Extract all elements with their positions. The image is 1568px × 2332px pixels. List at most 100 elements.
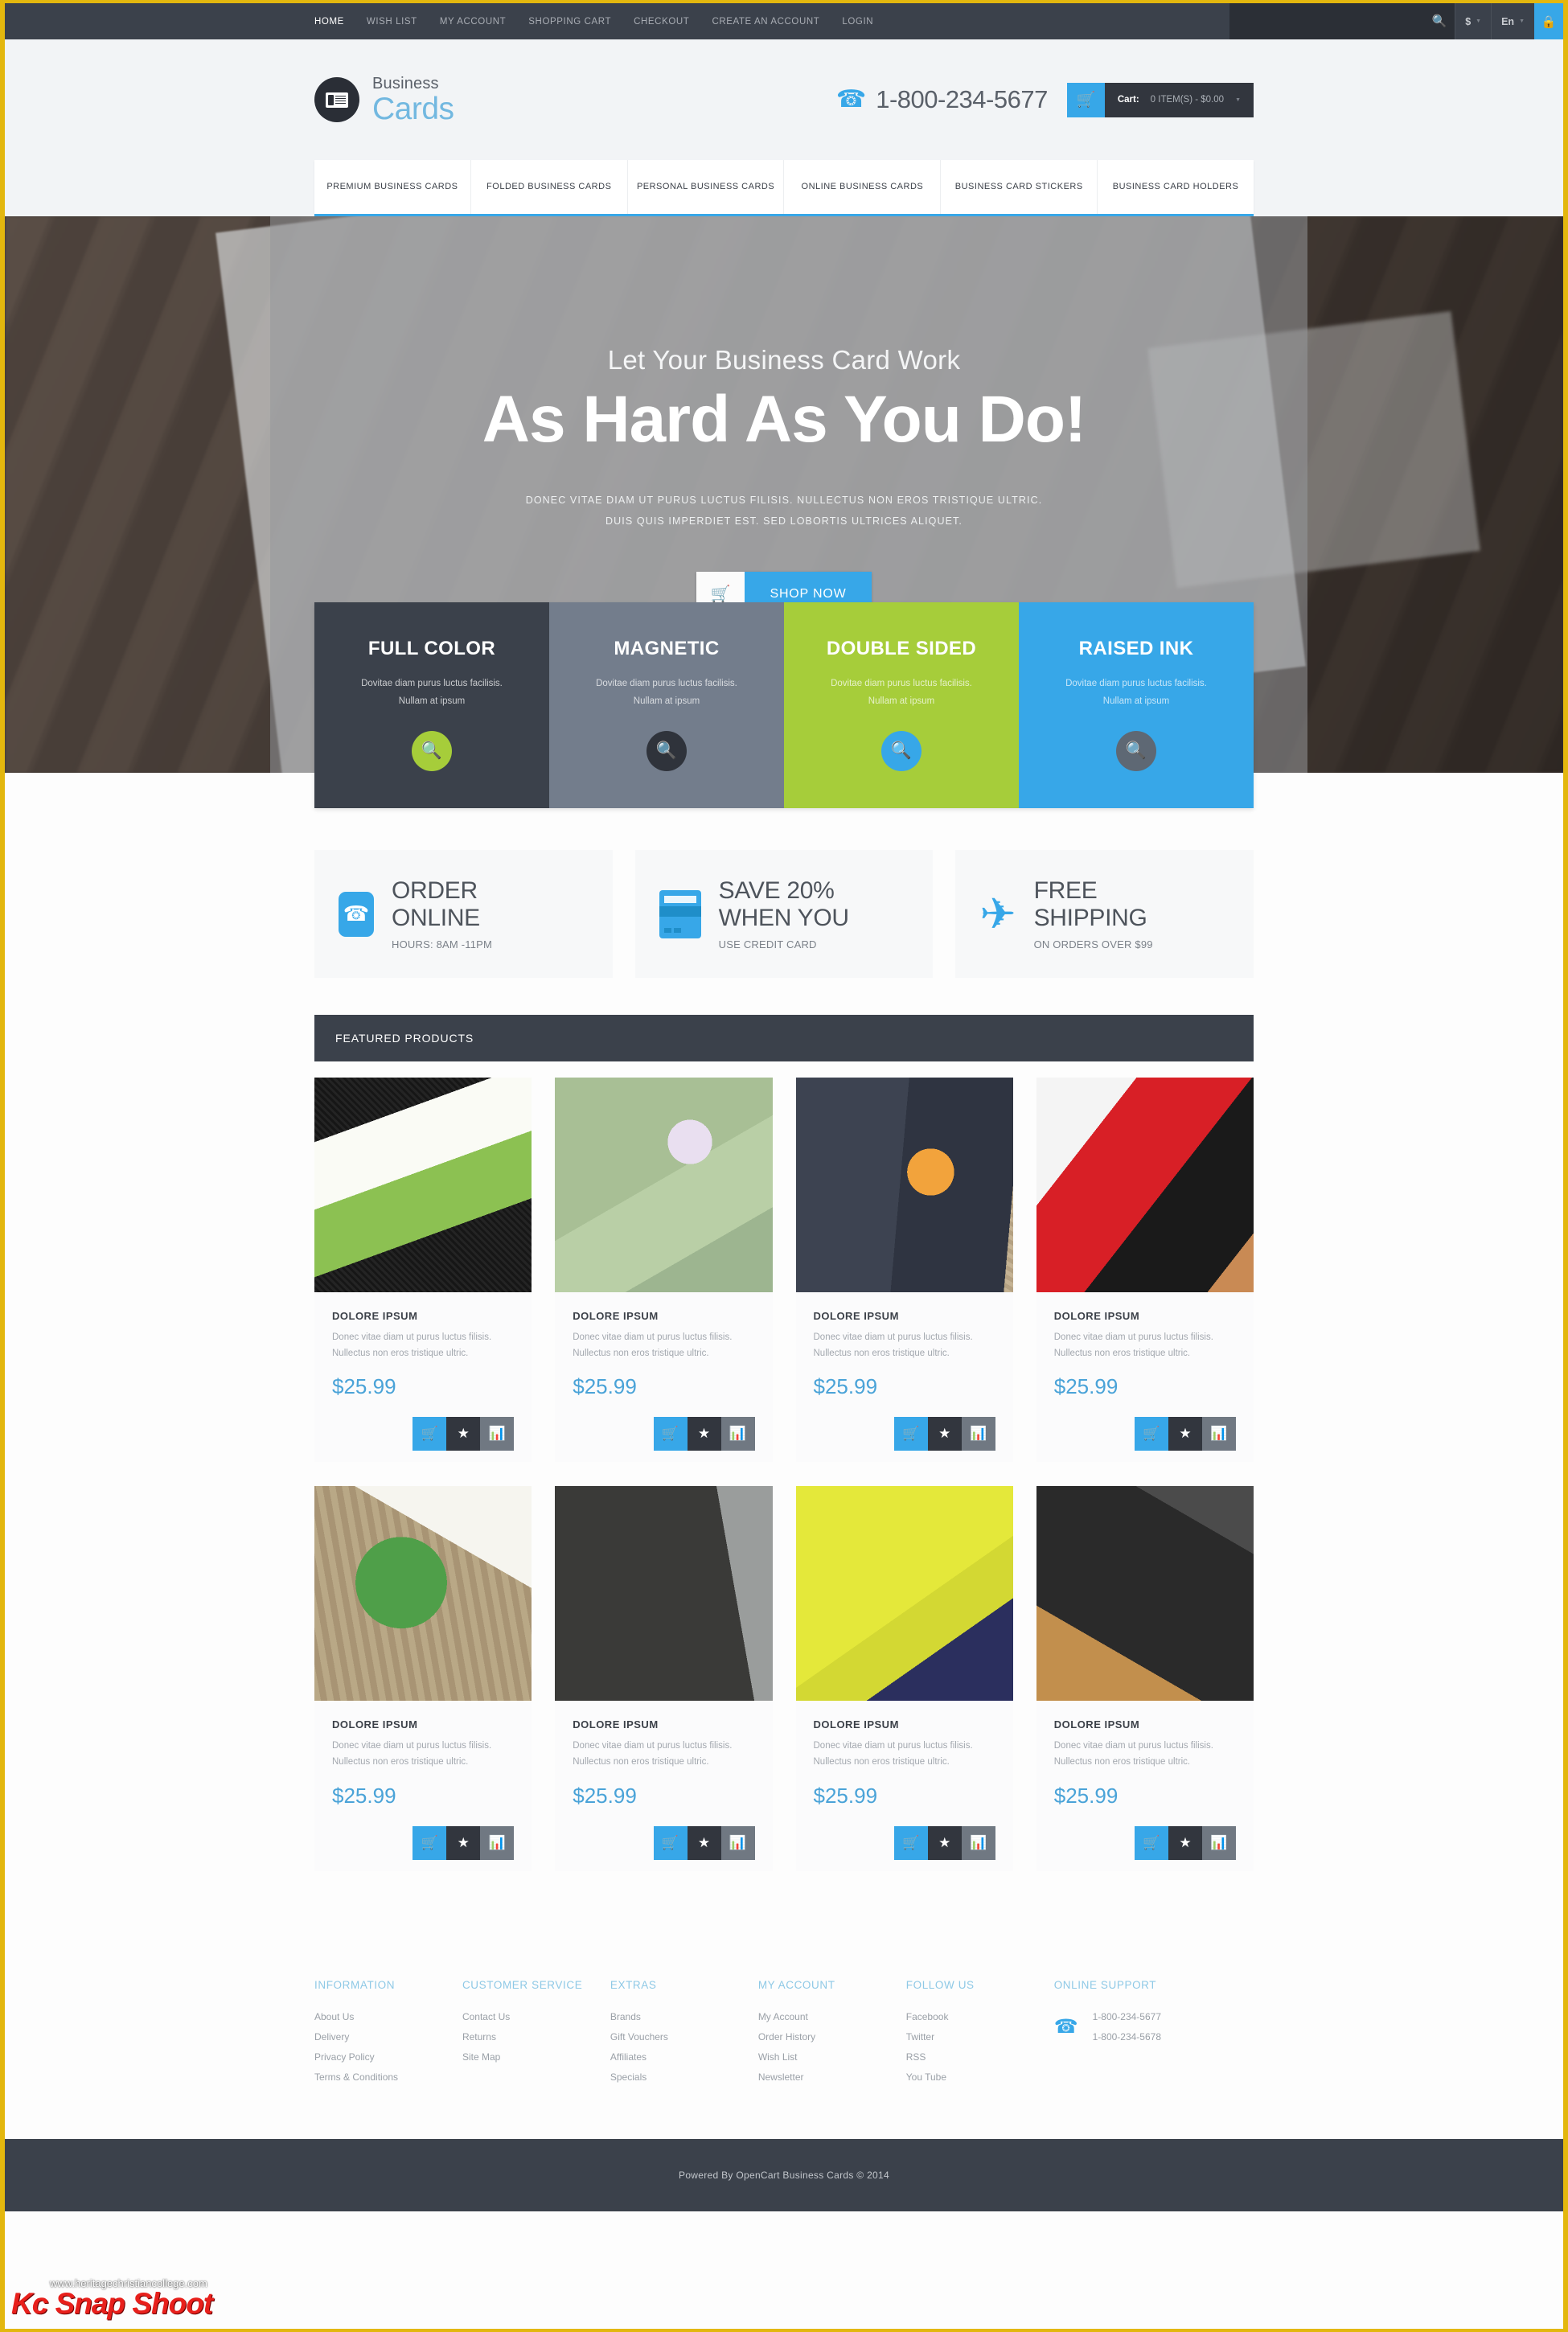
footer-heading: FOLLOW US xyxy=(905,1978,975,1991)
chevron-down-icon[interactable]: ▼ xyxy=(1235,97,1241,103)
search-input[interactable] xyxy=(1238,15,1432,27)
cart-icon[interactable]: 🛒 xyxy=(1066,82,1105,117)
logo-circle xyxy=(314,77,359,122)
footer-link-wish-list[interactable]: Wish List xyxy=(758,2047,906,2067)
nav-online-business-cards[interactable]: ONLINE BUSINESS CARDS xyxy=(784,160,942,214)
add-to-cart-icon[interactable]: 🛒 xyxy=(413,1417,447,1451)
add-to-wishlist-star-icon[interactable]: ★ xyxy=(927,1417,962,1451)
top-nav-my-account[interactable]: MY ACCOUNT xyxy=(440,17,506,27)
tile-double-sided[interactable]: DOUBLE SIDED Dovitae diam purus luctus f… xyxy=(784,601,1019,809)
add-to-cart-icon[interactable]: 🛒 xyxy=(653,1825,688,1860)
top-nav-home[interactable]: HOME xyxy=(314,17,344,27)
product-image[interactable] xyxy=(314,1486,532,1702)
add-to-cart-icon[interactable]: 🛒 xyxy=(413,1825,447,1860)
product-card[interactable]: DOLORE IPSUM Donec vitae diam ut purus l… xyxy=(314,1078,532,1463)
product-image[interactable] xyxy=(555,1078,773,1293)
product-card[interactable]: DOLORE IPSUM Donec vitae diam ut purus l… xyxy=(555,1486,773,1871)
search-icon[interactable]: 🔍 xyxy=(1116,731,1156,772)
footer-link-my-account[interactable]: My Account xyxy=(758,2007,906,2027)
product-image[interactable] xyxy=(795,1078,1013,1293)
compare-chart-icon[interactable]: 📊 xyxy=(720,1417,755,1451)
footer-link-specials[interactable]: Specials xyxy=(610,2067,758,2088)
product-image[interactable] xyxy=(314,1078,532,1293)
add-to-cart-icon[interactable]: 🛒 xyxy=(1135,1417,1168,1451)
compare-chart-icon[interactable]: 📊 xyxy=(480,1825,515,1860)
compare-chart-icon[interactable]: 📊 xyxy=(1202,1825,1236,1860)
footer-link-about-us[interactable]: About Us xyxy=(314,2007,462,2027)
add-to-wishlist-star-icon[interactable]: ★ xyxy=(687,1417,721,1451)
product-card[interactable]: DOLORE IPSUM Donec vitae diam ut purus l… xyxy=(1036,1078,1254,1463)
search-icon[interactable]: 🔍 xyxy=(1432,15,1447,27)
cart-widget[interactable]: 🛒 Cart: 0 ITEM(S) - $0.00 ▼ xyxy=(1066,82,1254,117)
add-to-wishlist-star-icon[interactable]: ★ xyxy=(446,1825,481,1860)
logo[interactable]: Business Cards xyxy=(314,76,454,125)
product-image[interactable] xyxy=(1036,1486,1254,1702)
currency-selector[interactable]: $ ▼ xyxy=(1455,3,1491,39)
product-card[interactable]: DOLORE IPSUM Donec vitae diam ut purus l… xyxy=(314,1486,532,1871)
footer-link-order-history[interactable]: Order History xyxy=(758,2027,906,2047)
search-icon[interactable]: 🔍 xyxy=(881,731,922,772)
product-name: DOLORE IPSUM xyxy=(332,1310,418,1323)
product-card[interactable]: DOLORE IPSUM Donec vitae diam ut purus l… xyxy=(795,1486,1013,1871)
product-card[interactable]: DOLORE IPSUM Donec vitae diam ut purus l… xyxy=(1036,1486,1254,1871)
tile-title: DOUBLE SIDED xyxy=(826,637,977,659)
footer-link-newsletter[interactable]: Newsletter xyxy=(758,2067,906,2088)
nav-business-card-holders[interactable]: BUSINESS CARD HOLDERS xyxy=(1098,160,1254,214)
footer-link-terms-conditions[interactable]: Terms & Conditions xyxy=(314,2067,462,2088)
nav-premium-business-cards[interactable]: PREMIUM BUSINESS CARDS xyxy=(314,160,471,214)
footer-link-youtube[interactable]: You Tube xyxy=(906,2067,1054,2088)
business-card-icon xyxy=(326,92,348,108)
footer-link-returns[interactable]: Returns xyxy=(462,2027,610,2047)
cart-summary[interactable]: Cart: 0 ITEM(S) - $0.00 ▼ xyxy=(1104,82,1254,117)
tile-raised-ink[interactable]: RAISED INK Dovitae diam purus luctus fac… xyxy=(1019,601,1254,809)
compare-chart-icon[interactable]: 📊 xyxy=(961,1417,995,1451)
compare-chart-icon[interactable]: 📊 xyxy=(961,1825,995,1860)
compare-chart-icon[interactable]: 📊 xyxy=(480,1417,515,1451)
add-to-cart-icon[interactable]: 🛒 xyxy=(653,1417,688,1451)
nav-folded-business-cards[interactable]: FOLDED BUSINESS CARDS xyxy=(471,160,628,214)
add-to-wishlist-star-icon[interactable]: ★ xyxy=(446,1417,481,1451)
add-to-cart-icon[interactable]: 🛒 xyxy=(1135,1825,1168,1860)
add-to-wishlist-star-icon[interactable]: ★ xyxy=(1168,1417,1202,1451)
search-icon[interactable]: 🔍 xyxy=(646,731,687,772)
compare-chart-icon[interactable]: 📊 xyxy=(720,1825,755,1860)
compare-chart-icon[interactable]: 📊 xyxy=(1202,1417,1236,1451)
product-image[interactable] xyxy=(795,1486,1013,1702)
tile-magnetic[interactable]: MAGNETIC Dovitae diam purus luctus facil… xyxy=(549,601,784,809)
tile-desc-line-2: Nullam at ipsum xyxy=(868,696,935,706)
product-card[interactable]: DOLORE IPSUM Donec vitae diam ut purus l… xyxy=(555,1078,773,1463)
top-nav-shopping-cart[interactable]: SHOPPING CART xyxy=(528,17,611,27)
top-nav-checkout[interactable]: CHECKOUT xyxy=(634,17,689,27)
footer-link-delivery[interactable]: Delivery xyxy=(314,2027,462,2047)
footer-link-affiliates[interactable]: Affiliates xyxy=(610,2047,758,2067)
site-header: Business Cards ☎ 1-800-234-5677 🛒 Cart: … xyxy=(5,39,1563,160)
benefit-title-line-2: WHEN YOU xyxy=(718,904,849,931)
product-image[interactable] xyxy=(555,1486,773,1702)
tile-full-color[interactable]: FULL COLOR Dovitae diam purus luctus fac… xyxy=(314,601,549,809)
search-box[interactable]: 🔍 xyxy=(1229,3,1455,39)
product-card[interactable]: DOLORE IPSUM Donec vitae diam ut purus l… xyxy=(795,1078,1013,1463)
top-bar: HOME WISH LIST MY ACCOUNT SHOPPING CART … xyxy=(5,3,1563,39)
footer-link-privacy-policy[interactable]: Privacy Policy xyxy=(314,2047,462,2067)
language-selector[interactable]: En ▼ xyxy=(1491,3,1534,39)
add-to-cart-icon[interactable]: 🛒 xyxy=(893,1417,928,1451)
product-image[interactable] xyxy=(1036,1078,1254,1293)
search-icon[interactable]: 🔍 xyxy=(412,731,452,772)
add-to-wishlist-star-icon[interactable]: ★ xyxy=(687,1825,721,1860)
lock-icon[interactable]: 🔒 xyxy=(1534,3,1563,39)
footer-link-contact-us[interactable]: Contact Us xyxy=(462,2007,610,2027)
add-to-cart-icon[interactable]: 🛒 xyxy=(893,1825,928,1860)
top-nav-wish-list[interactable]: WISH LIST xyxy=(367,17,417,27)
footer-link-twitter[interactable]: Twitter xyxy=(906,2027,1054,2047)
footer-link-rss[interactable]: RSS xyxy=(906,2047,1054,2067)
top-nav-login[interactable]: LOGIN xyxy=(842,17,873,27)
top-nav-create-account[interactable]: CREATE AN ACCOUNT xyxy=(712,17,819,27)
nav-personal-business-cards[interactable]: PERSONAL BUSINESS CARDS xyxy=(628,160,785,214)
footer-link-brands[interactable]: Brands xyxy=(610,2007,758,2027)
add-to-wishlist-star-icon[interactable]: ★ xyxy=(927,1825,962,1860)
footer-link-gift-vouchers[interactable]: Gift Vouchers xyxy=(610,2027,758,2047)
nav-business-card-stickers[interactable]: BUSINESS CARD STICKERS xyxy=(941,160,1098,214)
footer-link-site-map[interactable]: Site Map xyxy=(462,2047,610,2067)
footer-link-facebook[interactable]: Facebook xyxy=(906,2007,1054,2027)
add-to-wishlist-star-icon[interactable]: ★ xyxy=(1168,1825,1202,1860)
